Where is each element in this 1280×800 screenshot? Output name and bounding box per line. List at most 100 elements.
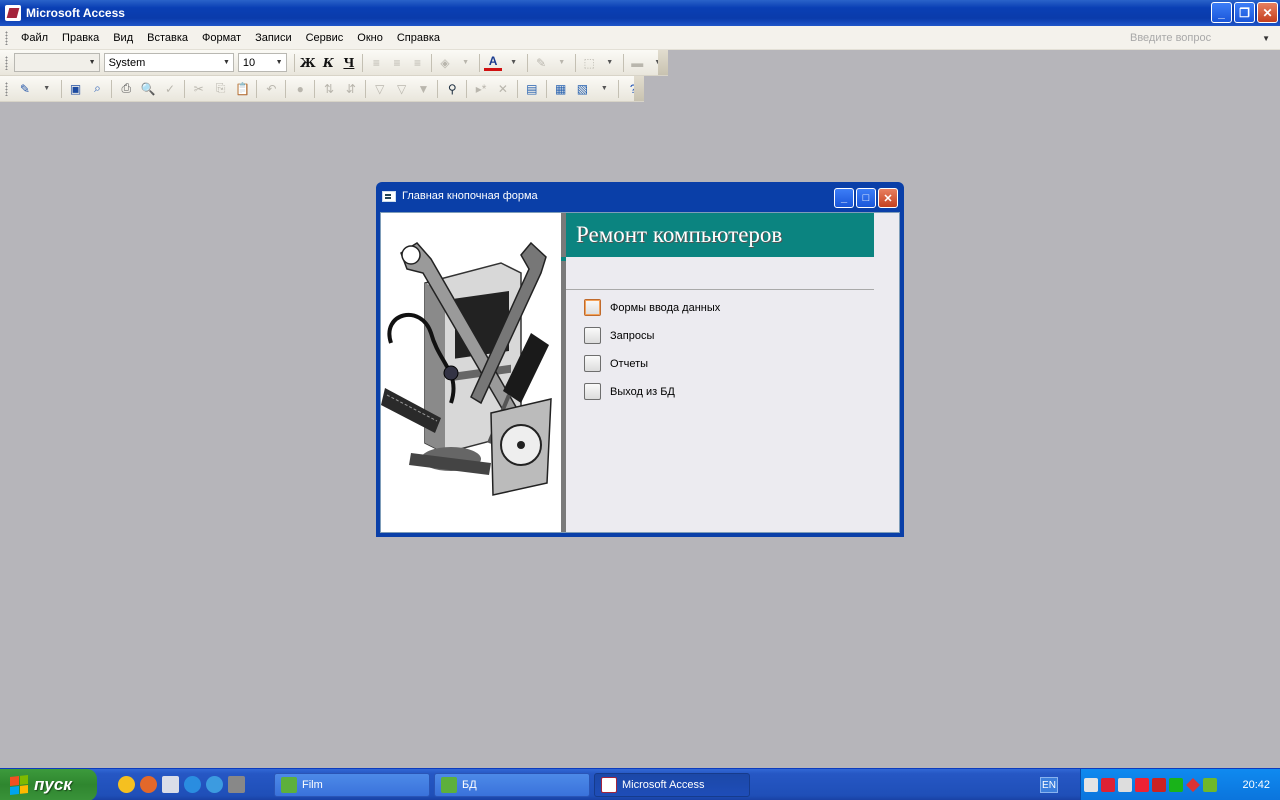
option-data-entry-forms[interactable]: Формы ввода данных — [584, 299, 720, 316]
option-queries[interactable]: Запросы — [584, 327, 654, 344]
save-icon[interactable]: ▣ — [66, 79, 86, 99]
option-exit-db[interactable]: Выход из БД — [584, 383, 675, 400]
database-window-icon[interactable]: ▦ — [551, 79, 571, 99]
print-preview-icon[interactable]: 🔍 — [138, 79, 158, 99]
option-button[interactable] — [584, 299, 601, 316]
menu-format[interactable]: Формат — [195, 32, 248, 44]
toolbar-grip[interactable] — [5, 55, 8, 70]
chevron-down-icon[interactable]: ▼ — [594, 79, 614, 99]
menu-insert[interactable]: Вставка — [140, 32, 195, 44]
network-icon[interactable] — [1186, 778, 1200, 792]
form-icon[interactable] — [382, 190, 396, 202]
option-button[interactable] — [584, 355, 601, 372]
switchboard-body: Ремонт компьютеров Формы ввода данных За… — [380, 212, 900, 533]
nvidia-icon[interactable] — [1203, 778, 1217, 792]
menu-view[interactable]: Вид — [106, 32, 140, 44]
quick-launch-icon[interactable] — [206, 776, 223, 793]
chevron-down-icon[interactable]: ▼ — [600, 53, 619, 73]
menu-help[interactable]: Справка — [390, 32, 447, 44]
chevron-down-icon[interactable]: ▼ — [504, 53, 523, 73]
task-bd[interactable]: БД — [434, 773, 590, 797]
chevron-down-icon[interactable]: ▼ — [456, 53, 475, 73]
line-width-icon[interactable]: ▬ — [628, 53, 647, 73]
tray-icon[interactable] — [1084, 778, 1098, 792]
form-banner-title: Ремонт компьютеров — [576, 222, 783, 247]
quick-launch-icon[interactable] — [118, 776, 135, 793]
option-button[interactable] — [584, 327, 601, 344]
child-minimize-button[interactable]: _ — [834, 188, 854, 208]
access-icon[interactable] — [5, 5, 21, 21]
new-object-icon[interactable]: ▧ — [573, 79, 593, 99]
chevron-down-icon[interactable]: ▼ — [37, 79, 57, 99]
option-button[interactable] — [584, 383, 601, 400]
find-icon[interactable]: ⚲ — [442, 79, 462, 99]
quick-launch-icon[interactable] — [228, 776, 245, 793]
border-icon[interactable]: ⬚ — [580, 53, 599, 73]
delete-record-icon[interactable]: ✕ — [493, 79, 513, 99]
toolbar-options-icon[interactable] — [658, 50, 668, 75]
menu-window[interactable]: Окно — [350, 32, 390, 44]
menu-tools[interactable]: Сервис — [299, 32, 351, 44]
font-name-combo[interactable]: System ▼ — [103, 53, 234, 72]
option-reports[interactable]: Отчеты — [584, 355, 648, 372]
child-maximize-button[interactable]: □ — [856, 188, 876, 208]
properties-icon[interactable]: ▤ — [522, 79, 542, 99]
italic-button[interactable]: К — [319, 53, 338, 73]
new-record-icon[interactable]: ▸* — [471, 79, 491, 99]
spelling-icon[interactable]: ✓ — [160, 79, 180, 99]
bold-button[interactable]: Ж — [299, 53, 318, 73]
chevron-down-icon[interactable]: ▼ — [552, 53, 571, 73]
menubar-grip[interactable] — [5, 30, 8, 45]
align-right-icon[interactable]: ≡ — [408, 53, 427, 73]
ie-icon[interactable] — [184, 776, 201, 793]
menu-file[interactable]: Файл — [14, 32, 55, 44]
apply-filter-icon[interactable]: ▼ — [413, 79, 433, 99]
underline-button[interactable]: Ч — [340, 53, 359, 73]
language-indicator[interactable]: EN — [1040, 777, 1058, 793]
child-close-button[interactable]: ✕ — [878, 188, 898, 208]
menu-records[interactable]: Записи — [248, 32, 299, 44]
tray-icon[interactable] — [1135, 778, 1149, 792]
volume-icon[interactable] — [1118, 778, 1132, 792]
paste-icon[interactable]: 📋 — [233, 79, 253, 99]
hyperlink-icon[interactable]: ● — [290, 79, 310, 99]
menu-edit[interactable]: Правка — [55, 32, 106, 44]
clock[interactable]: 20:42 — [1242, 779, 1270, 791]
fill-color-icon[interactable]: ◈ — [436, 53, 455, 73]
restore-button[interactable]: ❐ — [1234, 2, 1255, 23]
copy-icon[interactable]: ⎘ — [211, 79, 231, 99]
cut-icon[interactable]: ✂ — [189, 79, 209, 99]
design-view-icon[interactable]: ✎ — [15, 79, 35, 99]
task-access[interactable]: Microsoft Access — [594, 773, 750, 797]
option-label: Выход из БД — [610, 385, 675, 398]
toolbar-grip[interactable] — [5, 81, 8, 96]
align-left-icon[interactable]: ≡ — [367, 53, 386, 73]
tray-icon[interactable] — [1101, 778, 1115, 792]
start-button[interactable]: пуск — [0, 769, 97, 800]
ask-question-box[interactable]: Введите вопрос ▼ — [1130, 29, 1270, 47]
firefox-icon[interactable] — [140, 776, 157, 793]
minimize-button[interactable]: _ — [1211, 2, 1232, 23]
app-titlebar[interactable]: Microsoft Access _ ❐ ✕ — [0, 0, 1280, 26]
toolbar-options-icon[interactable] — [634, 76, 644, 101]
quick-launch-icon[interactable] — [162, 776, 179, 793]
tray-icon[interactable] — [1169, 778, 1183, 792]
filter-by-selection-icon[interactable]: ▽ — [370, 79, 390, 99]
print-icon[interactable]: ⎙ — [116, 79, 136, 99]
switchboard-titlebar[interactable]: Главная кнопочная форма — [380, 182, 900, 210]
sort-descending-icon[interactable]: ⇵ — [341, 79, 361, 99]
task-label: Microsoft Access — [622, 779, 705, 791]
filter-by-form-icon[interactable]: ▽ — [392, 79, 412, 99]
undo-icon[interactable]: ↶ — [261, 79, 281, 99]
antivirus-icon[interactable] — [1152, 778, 1166, 792]
font-color-icon[interactable]: A — [483, 54, 503, 71]
line-color-icon[interactable]: ✎ — [532, 53, 551, 73]
sort-ascending-icon[interactable]: ⇅ — [319, 79, 339, 99]
chevron-down-icon[interactable]: ▼ — [1262, 34, 1270, 43]
object-combo[interactable]: ▼ — [13, 53, 100, 72]
font-size-combo[interactable]: 10 ▼ — [237, 53, 287, 72]
close-button[interactable]: ✕ — [1257, 2, 1278, 23]
search-icon[interactable]: ⌕ — [88, 79, 108, 99]
task-film[interactable]: Film — [274, 773, 430, 797]
align-center-icon[interactable]: ≡ — [388, 53, 407, 73]
